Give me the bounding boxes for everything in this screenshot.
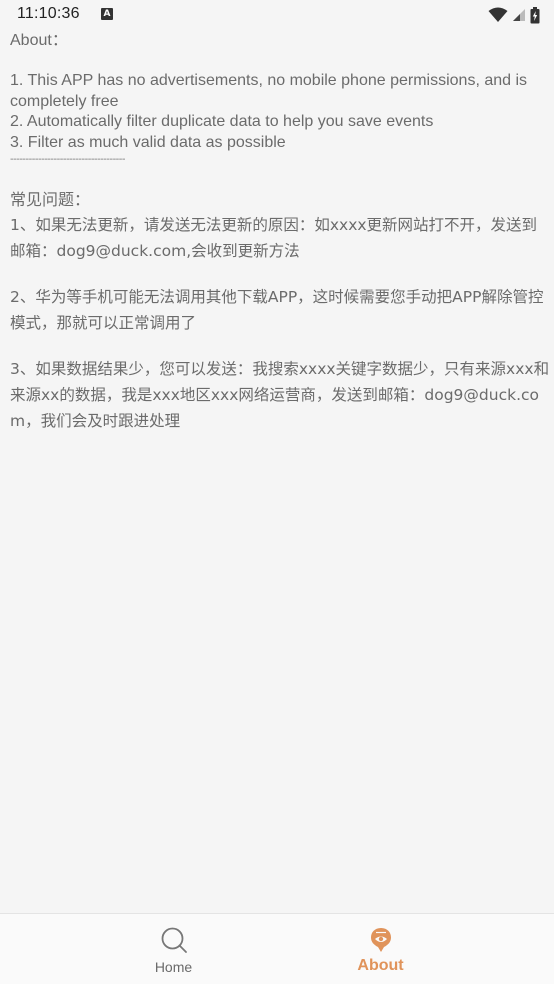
search-icon bbox=[161, 927, 187, 953]
notification-badge-icon: A bbox=[101, 8, 113, 20]
feature-item: 1. This APP has no advertisements, no mo… bbox=[10, 72, 528, 110]
status-icons bbox=[488, 6, 540, 24]
about-header: About： bbox=[10, 32, 68, 49]
wifi-icon bbox=[488, 7, 508, 22]
about-content: About： 1. This APP has no advertisements… bbox=[10, 31, 550, 454]
status-bar: 11:10:36 A bbox=[0, 0, 554, 30]
divider: ------------------------------------- bbox=[10, 154, 126, 165]
signal-icon bbox=[513, 9, 525, 21]
faq-item: 3、如果数据结果少，您可以发送：我搜索xxxx关键字数据少，只有来源xxx和来源… bbox=[10, 360, 550, 430]
status-time: 11:10:36 bbox=[17, 5, 80, 22]
faq-item: 1、如果无法更新，请发送无法更新的原因：如xxxx更新网站打不开，发送到邮箱：d… bbox=[10, 216, 538, 260]
battery-icon bbox=[530, 6, 540, 23]
faq-item: 2、华为等手机可能无法调用其他下载APP，这时候需要您手动把APP解除管控模式，… bbox=[10, 288, 544, 332]
faq-title: 常见问题： bbox=[10, 190, 91, 209]
nav-about-label: About bbox=[357, 957, 404, 974]
about-icon bbox=[370, 928, 391, 952]
feature-item: 2. Automatically filter duplicate data t… bbox=[10, 113, 434, 130]
nav-about[interactable]: About bbox=[242, 914, 519, 984]
bottom-nav: Home About bbox=[0, 913, 554, 984]
feature-item: 3. Filter as much valid data as possible bbox=[10, 133, 286, 151]
